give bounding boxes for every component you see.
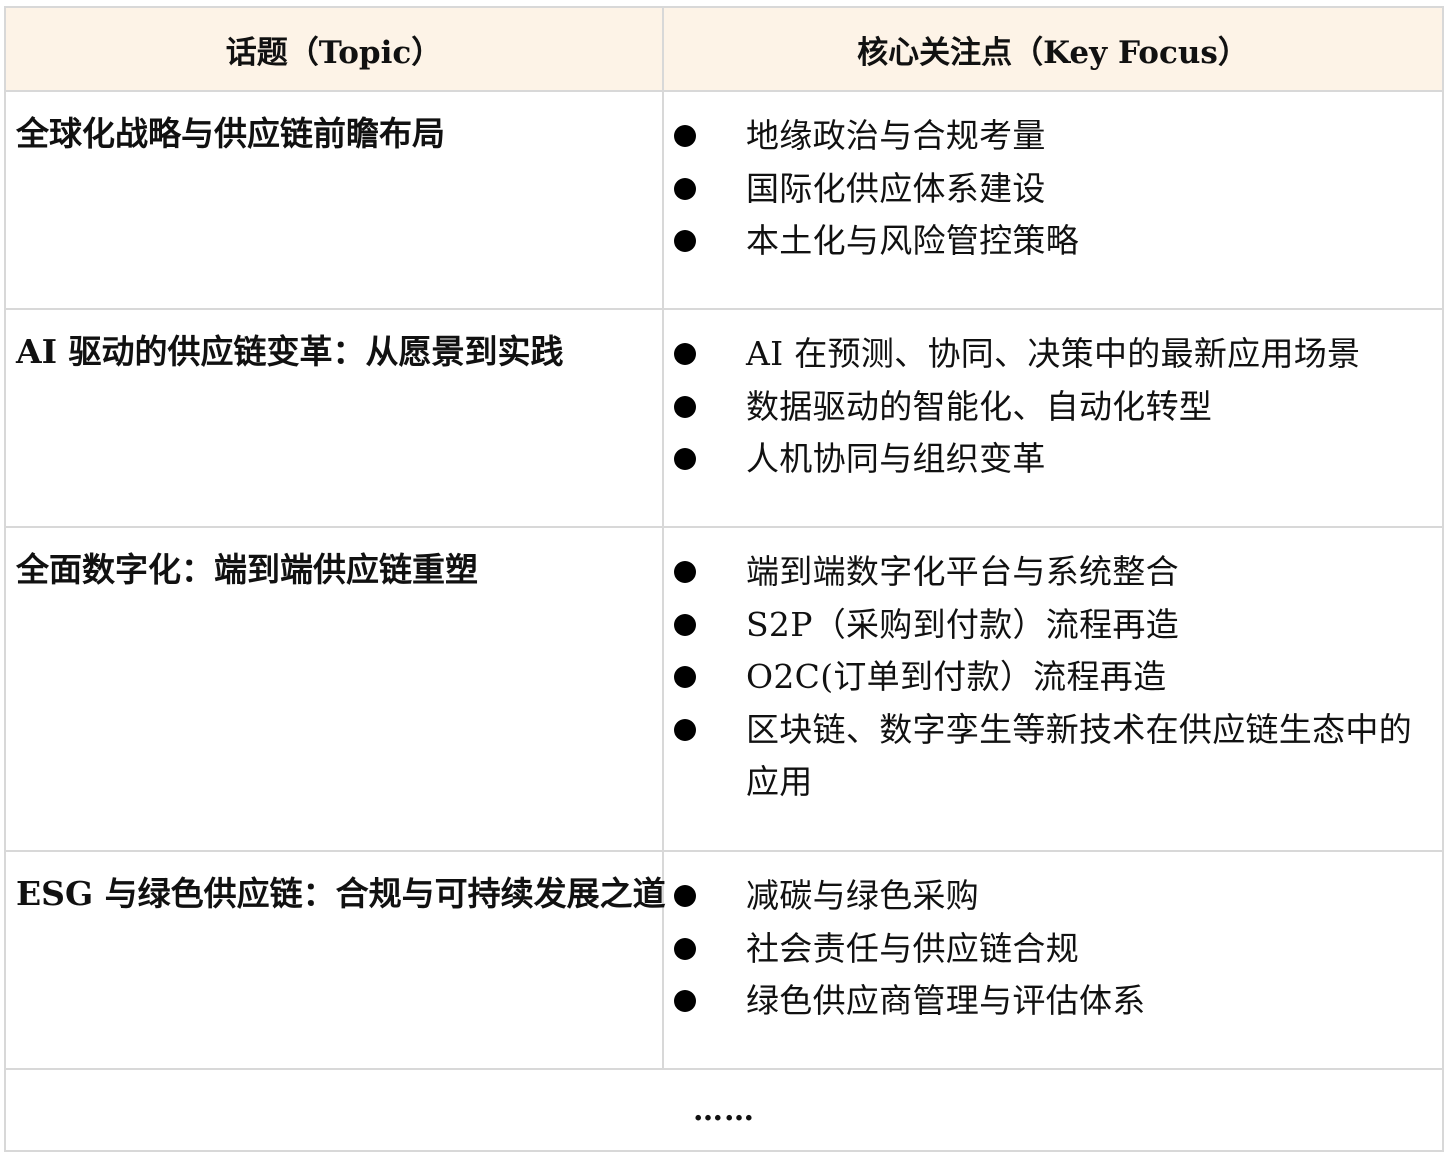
focus-item: 数据驱动的智能化、自动化转型: [664, 381, 1442, 434]
focus-cell: 端到端数字化平台与系统整合 S2P（采购到付款）流程再造 O2C(订单到付款）流…: [662, 526, 1444, 852]
bullet-icon: [674, 343, 696, 365]
focus-item: S2P（采购到付款）流程再造: [664, 599, 1442, 652]
focus-item-text: 社会责任与供应链合规: [746, 928, 1079, 968]
focus-item-text: 减碳与绿色采购: [746, 876, 980, 915]
topic-cell: 全面数字化：端到端供应链重塑: [4, 526, 664, 852]
bullet-icon: [674, 125, 696, 147]
table-footer-row: ……: [4, 1068, 1444, 1152]
bullet-icon: [674, 666, 696, 688]
focus-item-text: 数据驱动的智能化、自动化转型: [746, 386, 1213, 426]
focus-item-text: 国际化供应体系建设: [746, 168, 1046, 208]
focus-item: 减碳与绿色采购: [664, 870, 1442, 923]
focus-item: 国际化供应体系建设: [664, 163, 1442, 216]
bullet-icon: [674, 230, 696, 252]
focus-item: 区块链、数字孪生等新技术在供应链生态中的应用: [664, 704, 1442, 809]
bullet-icon: [674, 448, 696, 470]
focus-item: O2C(订单到付款）流程再造: [664, 651, 1442, 704]
bullet-icon: [674, 561, 696, 583]
bullet-icon: [674, 613, 696, 636]
focus-item-text: 端到端数字化平台与系统整合: [746, 552, 1179, 591]
bullet-icon: [674, 885, 696, 907]
topic-cell: AI 驱动的供应链变革：从愿景到实践: [4, 308, 664, 528]
topic-cell: 全球化战略与供应链前瞻布局: [4, 90, 664, 310]
bullet-icon: [674, 937, 696, 960]
topics-table: 话题（Topic） 核心关注点（Key Focus） 全球化战略与供应链前瞻布局…: [4, 6, 1444, 1152]
focus-item-text: AI 在预测、协同、决策中的最新应用场景: [746, 334, 1361, 373]
table-row: 全球化战略与供应链前瞻布局 地缘政治与合规考量 国际化供应体系建设 本土化与风险…: [4, 90, 1444, 310]
focus-item-text: S2P（采购到付款）流程再造: [746, 604, 1180, 644]
header-key-focus: 核心关注点（Key Focus）: [662, 6, 1444, 92]
focus-item: 本土化与风险管控策略: [664, 215, 1442, 268]
focus-item-text: 绿色供应商管理与评估体系: [746, 981, 1146, 1020]
topic-cell: ESG 与绿色供应链：合规与可持续发展之道: [4, 850, 666, 1070]
focus-list: AI 在预测、协同、决策中的最新应用场景 数据驱动的智能化、自动化转型 人机协同…: [664, 328, 1442, 486]
focus-item: 地缘政治与合规考量: [664, 110, 1442, 163]
focus-item-text: 地缘政治与合规考量: [746, 116, 1046, 155]
ellipsis-cell: ……: [4, 1068, 1444, 1152]
focus-item-text: O2C(订单到付款）流程再造: [746, 657, 1167, 696]
focus-list: 端到端数字化平台与系统整合 S2P（采购到付款）流程再造 O2C(订单到付款）流…: [664, 546, 1442, 809]
table-row: ESG 与绿色供应链：合规与可持续发展之道 减碳与绿色采购 社会责任与供应链合规…: [4, 850, 1444, 1070]
focus-item-text: 区块链、数字孪生等新技术在供应链生态中的应用: [746, 709, 1412, 802]
bullet-icon: [674, 990, 696, 1012]
focus-item: 端到端数字化平台与系统整合: [664, 546, 1442, 599]
focus-list: 地缘政治与合规考量 国际化供应体系建设 本土化与风险管控策略: [664, 110, 1442, 268]
header-topic: 话题（Topic）: [4, 6, 664, 92]
table-row: AI 驱动的供应链变革：从愿景到实践 AI 在预测、协同、决策中的最新应用场景 …: [4, 308, 1444, 528]
focus-item: AI 在预测、协同、决策中的最新应用场景: [664, 328, 1442, 381]
focus-cell: 地缘政治与合规考量 国际化供应体系建设 本土化与风险管控策略: [662, 90, 1444, 310]
focus-cell: AI 在预测、协同、决策中的最新应用场景 数据驱动的智能化、自动化转型 人机协同…: [662, 308, 1444, 528]
focus-item: 社会责任与供应链合规: [664, 923, 1442, 976]
bullet-icon: [674, 395, 696, 418]
bullet-icon: [674, 177, 696, 200]
table-header-row: 话题（Topic） 核心关注点（Key Focus）: [4, 6, 1444, 92]
table-row: 全面数字化：端到端供应链重塑 端到端数字化平台与系统整合 S2P（采购到付款）流…: [4, 526, 1444, 852]
focus-item: 人机协同与组织变革: [664, 433, 1442, 486]
focus-item-text: 人机协同与组织变革: [746, 439, 1046, 478]
focus-list: 减碳与绿色采购 社会责任与供应链合规 绿色供应商管理与评估体系: [664, 870, 1442, 1028]
focus-item-text: 本土化与风险管控策略: [746, 221, 1079, 260]
focus-cell: 减碳与绿色采购 社会责任与供应链合规 绿色供应商管理与评估体系: [662, 850, 1444, 1070]
bullet-icon: [674, 718, 696, 741]
